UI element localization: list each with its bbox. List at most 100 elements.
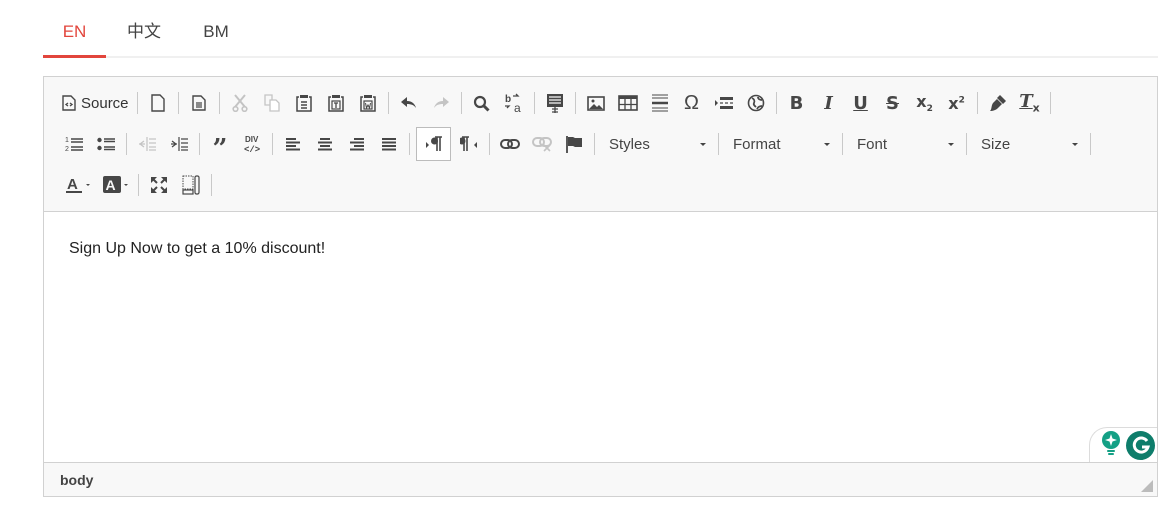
separator xyxy=(533,92,535,114)
italic-icon: I xyxy=(824,92,833,114)
separator xyxy=(718,133,719,155)
page-break-button[interactable] xyxy=(710,89,738,117)
align-center-button[interactable] xyxy=(311,130,339,158)
justify-button[interactable] xyxy=(375,130,403,158)
toolbar-row-2: 12 ” DIV </> Styles Format Font Size xyxy=(58,127,1095,162)
bg-color-button[interactable]: A xyxy=(98,171,132,199)
italic-button[interactable]: I xyxy=(815,89,843,117)
paste-text-button[interactable] xyxy=(322,89,350,117)
font-dropdown[interactable]: Font xyxy=(847,130,962,158)
underline-icon: U xyxy=(853,92,868,114)
source-icon xyxy=(62,95,76,111)
paste-button[interactable] xyxy=(290,89,318,117)
replace-button[interactable]: ba xyxy=(500,89,528,117)
cut-icon xyxy=(231,94,248,112)
lightbulb-icon[interactable] xyxy=(1100,430,1122,461)
blockquote-button[interactable]: ” xyxy=(206,130,234,162)
separator xyxy=(126,133,127,155)
align-left-icon xyxy=(285,137,301,151)
grammarly-widget[interactable] xyxy=(1089,427,1157,462)
remove-format-button[interactable]: Tx xyxy=(1016,89,1044,117)
toolbar-row-3: A A xyxy=(58,170,216,200)
text-color-icon: A xyxy=(65,176,83,194)
new-page-button[interactable] xyxy=(144,89,172,117)
find-icon xyxy=(473,95,490,112)
svg-text:A: A xyxy=(67,176,78,193)
ltr-icon xyxy=(425,136,443,152)
subscript-button[interactable]: x2 xyxy=(911,89,939,117)
maximize-button[interactable] xyxy=(145,171,173,199)
align-right-button[interactable] xyxy=(343,130,371,158)
iframe-button[interactable] xyxy=(742,89,770,117)
special-char-button[interactable]: Ω xyxy=(678,89,706,117)
size-dropdown[interactable]: Size xyxy=(971,130,1086,158)
table-icon xyxy=(617,95,638,111)
bulleted-list-icon xyxy=(97,136,115,152)
indent-button[interactable] xyxy=(165,130,193,158)
copy-format-button[interactable] xyxy=(984,89,1012,117)
separator xyxy=(177,92,179,114)
tab-en[interactable]: EN xyxy=(43,20,106,58)
paste-word-button[interactable] xyxy=(354,89,382,117)
tab-bm[interactable]: BM xyxy=(195,20,237,56)
underline-button[interactable]: U xyxy=(847,89,875,117)
unlink-button[interactable] xyxy=(528,130,556,158)
source-label: Source xyxy=(81,94,129,112)
new-page-icon xyxy=(150,94,165,112)
align-left-button[interactable] xyxy=(279,130,307,158)
link-icon xyxy=(500,138,520,150)
styles-dropdown[interactable]: Styles xyxy=(599,130,714,158)
select-all-button[interactable] xyxy=(541,89,569,117)
size-label: Size xyxy=(981,135,1011,153)
image-button[interactable] xyxy=(582,89,610,117)
link-button[interactable] xyxy=(496,130,524,158)
source-button[interactable]: Source xyxy=(60,89,131,117)
separator xyxy=(272,133,273,155)
redo-button[interactable] xyxy=(427,89,455,117)
content-paragraph[interactable]: Sign Up Now to get a 10% discount! xyxy=(69,240,325,258)
ltr-button[interactable] xyxy=(416,127,451,161)
separator xyxy=(1049,92,1051,114)
div-button[interactable]: DIV </> xyxy=(238,130,266,158)
anchor-icon xyxy=(565,135,583,153)
anchor-button[interactable] xyxy=(560,130,588,158)
bg-color-icon: A xyxy=(102,176,121,194)
svg-text:</>: </> xyxy=(244,145,260,154)
preview-button[interactable] xyxy=(185,89,213,117)
table-button[interactable] xyxy=(614,89,642,117)
separator xyxy=(594,133,595,155)
chevron-down-icon xyxy=(85,184,90,186)
copy-button[interactable] xyxy=(258,89,286,117)
undo-icon xyxy=(400,96,418,110)
svg-text:b: b xyxy=(505,94,511,105)
outdent-button[interactable] xyxy=(133,130,161,158)
find-button[interactable] xyxy=(468,89,496,117)
grammarly-logo-icon[interactable] xyxy=(1126,430,1155,460)
chevron-down-icon xyxy=(123,184,128,186)
numbered-list-icon: 12 xyxy=(65,136,83,152)
show-blocks-button[interactable] xyxy=(177,171,205,199)
separator xyxy=(218,92,220,114)
superscript-icon: x2 xyxy=(948,93,965,113)
special-char-icon: Ω xyxy=(684,91,699,114)
rtl-icon xyxy=(460,136,478,152)
element-path-body[interactable]: body xyxy=(60,472,93,488)
remove-format-icon: Tx xyxy=(1019,91,1040,115)
separator xyxy=(387,92,389,114)
superscript-button[interactable]: x2 xyxy=(943,89,971,117)
cut-button[interactable] xyxy=(226,89,254,117)
bold-button[interactable]: B xyxy=(783,89,811,117)
rtl-button[interactable] xyxy=(455,130,483,158)
resize-handle-icon[interactable] xyxy=(1141,480,1153,492)
bulleted-list-button[interactable] xyxy=(92,130,120,158)
chevron-down-icon xyxy=(824,142,830,146)
strike-button[interactable]: S xyxy=(879,89,907,117)
undo-button[interactable] xyxy=(395,89,423,117)
horizontal-line-button[interactable] xyxy=(646,89,674,117)
editor-content-area[interactable]: Sign Up Now to get a 10% discount! xyxy=(44,212,1157,462)
tab-zh[interactable]: 中文 xyxy=(121,20,167,56)
styles-label: Styles xyxy=(609,135,650,153)
text-color-button[interactable]: A xyxy=(60,171,94,199)
numbered-list-button[interactable]: 12 xyxy=(60,130,88,158)
format-dropdown[interactable]: Format xyxy=(723,130,838,158)
